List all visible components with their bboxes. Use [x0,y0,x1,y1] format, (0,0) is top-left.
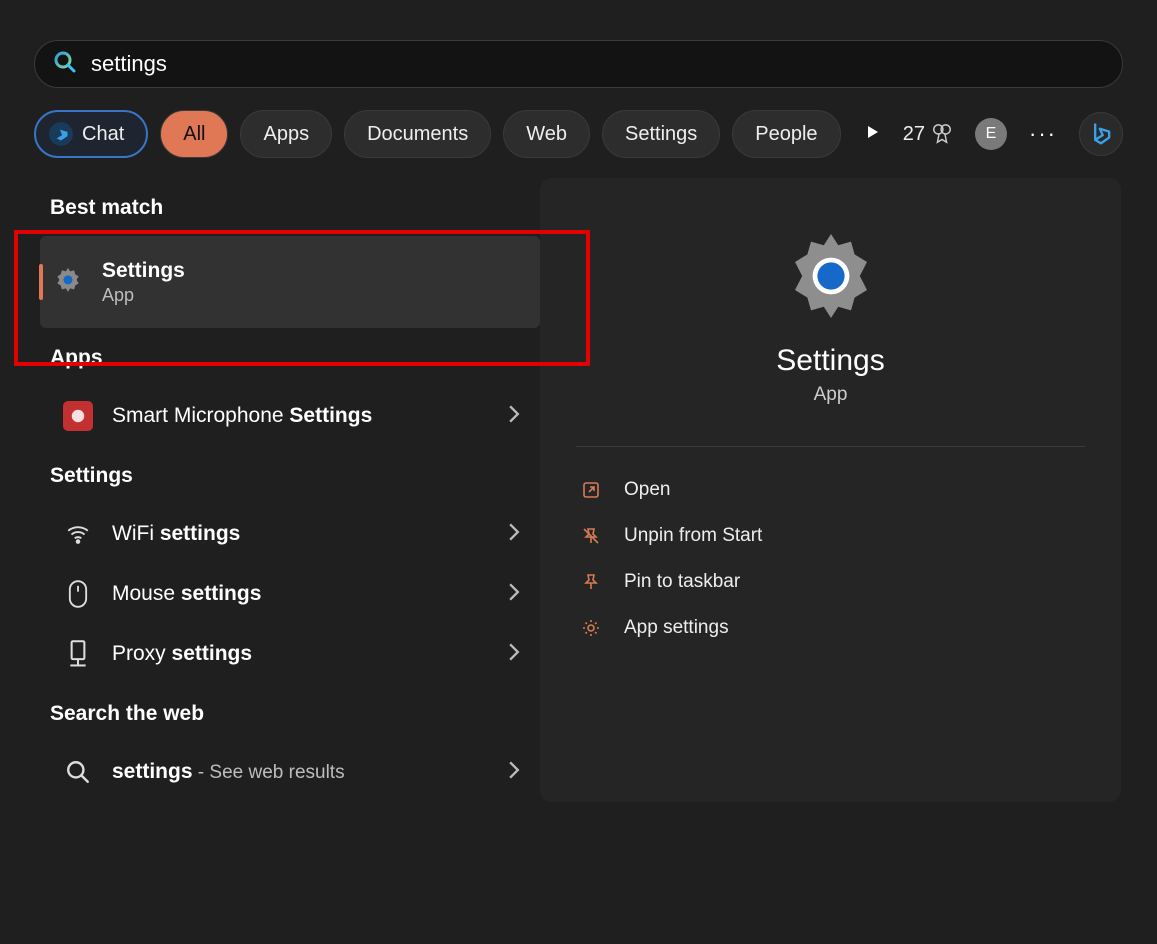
section-settings: Settings [50,464,540,488]
tab-chat[interactable]: Chat [34,110,148,158]
chevron-right-icon [508,405,520,428]
chevron-right-icon [508,643,520,666]
tab-settings[interactable]: Settings [602,110,720,158]
scroll-tabs-icon[interactable] [865,124,881,145]
gear-small-icon [580,618,602,638]
unpin-icon [580,526,602,546]
result-web-search[interactable]: settings - See web results [50,742,540,802]
rewards-icon [931,123,953,145]
search-icon [53,50,77,79]
action-unpin-start[interactable]: Unpin from Start [540,513,1121,559]
tab-all[interactable]: All [160,110,228,158]
microphone-app-icon [60,398,96,434]
result-settings-app[interactable]: Settings App [40,236,540,328]
user-avatar[interactable]: E [975,118,1007,150]
bing-chat-icon [48,121,74,147]
pin-icon [580,572,602,592]
chevron-right-icon [508,583,520,606]
chevron-right-icon [508,523,520,546]
preview-panel: Settings App Open Unpin from Start [540,178,1121,802]
action-app-settings[interactable]: App settings [540,605,1121,651]
filter-tabs: Chat All Apps Documents Web Settings Peo… [34,110,1123,158]
wifi-icon [60,516,96,552]
tab-apps[interactable]: Apps [240,110,332,158]
action-open[interactable]: Open [540,467,1121,513]
section-search-web: Search the web [50,702,540,726]
divider [576,446,1085,447]
tab-web[interactable]: Web [503,110,590,158]
tab-documents[interactable]: Documents [344,110,491,158]
open-icon [580,480,602,500]
gear-icon [783,228,879,324]
more-icon[interactable]: ··· [1029,121,1057,147]
chevron-right-icon [508,761,520,784]
bing-button[interactable] [1079,112,1123,156]
result-wifi-settings[interactable]: WiFi settings [50,504,540,564]
section-apps: Apps [50,346,540,370]
search-bar[interactable] [34,40,1123,88]
result-smart-microphone-settings[interactable]: Smart Microphone Settings [50,386,540,446]
proxy-icon [60,636,96,672]
result-mouse-settings[interactable]: Mouse settings [50,564,540,624]
action-pin-taskbar[interactable]: Pin to taskbar [540,559,1121,605]
preview-subtitle: App [540,384,1121,406]
bing-icon [1087,120,1115,148]
preview-title: Settings [540,344,1121,378]
tab-people[interactable]: People [732,110,840,158]
mouse-icon [60,576,96,612]
section-best-match: Best match [50,196,540,220]
search-input[interactable] [91,51,1104,77]
result-proxy-settings[interactable]: Proxy settings [50,624,540,684]
search-icon [60,754,96,790]
tab-chat-label: Chat [82,123,124,146]
gear-icon [50,264,86,300]
rewards-counter[interactable]: 27 [903,123,953,146]
